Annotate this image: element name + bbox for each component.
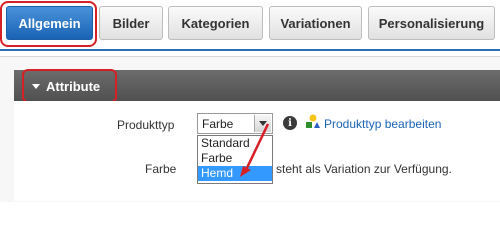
option-standard[interactable]: Standard: [198, 136, 272, 151]
tab-variationen[interactable]: Variationen: [269, 6, 362, 40]
color-variation-note: steht als Variation zur Verfügung.: [276, 162, 452, 176]
color-label: Farbe: [145, 162, 177, 176]
tab-kategorien[interactable]: Kategorien: [168, 6, 263, 40]
tabs-underline: [0, 49, 500, 51]
producttype-edit-link[interactable]: Produkttyp bearbeiten: [324, 117, 441, 131]
info-icon[interactable]: i: [283, 116, 297, 130]
tab-highlight-outline: [0, 1, 97, 47]
producttype-label: Produkttyp: [117, 118, 175, 132]
option-hemd[interactable]: Hemd: [198, 166, 272, 181]
section-highlight-outline: [22, 69, 117, 103]
producttype-select[interactable]: Farbe: [197, 113, 273, 134]
chevron-down-icon[interactable]: [254, 115, 271, 132]
option-farbe[interactable]: Farbe: [198, 151, 272, 166]
producttype-select-value: Farbe: [202, 117, 234, 131]
tab-bilder[interactable]: Bilder: [99, 6, 163, 40]
shapes-icon: [306, 114, 320, 128]
tab-personalisierung[interactable]: Personalisierung: [368, 6, 495, 40]
producttype-dropdown: Standard Farbe Hemd: [197, 135, 273, 184]
